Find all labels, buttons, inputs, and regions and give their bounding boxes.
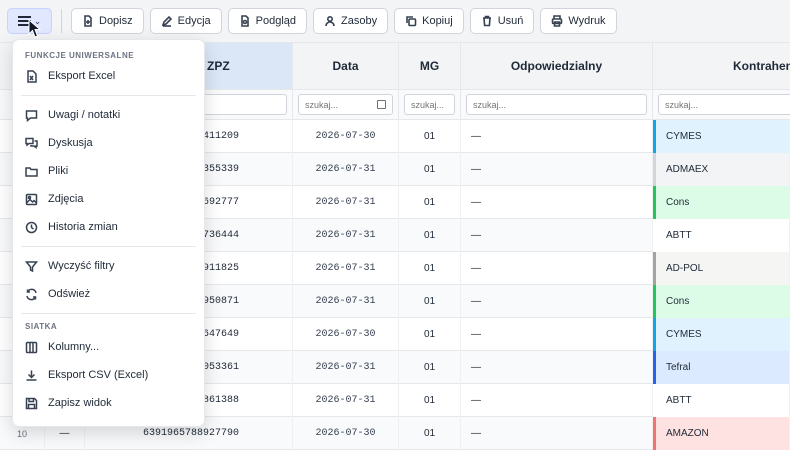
image-icon (25, 193, 38, 205)
resources-button[interactable]: Zasoby (313, 8, 389, 34)
menu-item-discussion[interactable]: Dyskusja (13, 129, 204, 157)
menu-item-columns[interactable]: Kolumny... (13, 333, 204, 361)
cell-responsible: — (461, 120, 653, 153)
cell-contractor: Tefral (653, 351, 790, 384)
filter-mg (399, 90, 461, 120)
cell-contractor: ABTT (653, 219, 790, 252)
menu-section-universal: FUNKCJE UNIWERSALNE (25, 51, 135, 60)
header-responsible[interactable]: Odpowiedzialny (461, 43, 653, 90)
copy-button[interactable]: Kopiuj (394, 8, 464, 34)
cell-responsible: — (461, 318, 653, 351)
cell-date: 2026-07-31 (293, 153, 399, 186)
user-icon (325, 15, 335, 27)
preview-button[interactable]: Podgląd (227, 8, 308, 34)
header-mg[interactable]: MG (399, 43, 461, 90)
history-icon (25, 221, 38, 233)
cell-responsible: — (461, 219, 653, 252)
menu-item-export-excel[interactable]: Eksport Excel (13, 62, 204, 90)
filter-contractor-input[interactable] (658, 94, 790, 115)
comment-icon (25, 109, 38, 122)
preview-icon (240, 15, 249, 27)
cell-date: 2026-07-30 (293, 120, 399, 153)
edit-button[interactable]: Edycja (149, 8, 222, 34)
folder-icon (25, 166, 38, 177)
cell-contractor: Cons (653, 186, 790, 219)
pencil-icon (161, 15, 172, 27)
cell-mg: 01 (399, 351, 461, 384)
cell-responsible: — (461, 285, 653, 318)
menu-item-files[interactable]: Pliki (13, 157, 204, 185)
menu-divider (21, 95, 196, 96)
cell-mg: 01 (399, 384, 461, 417)
cell-responsible: — (461, 153, 653, 186)
cell-date: 2026-07-31 (293, 351, 399, 384)
menu-item-photos[interactable]: Zdjęcia (13, 185, 204, 213)
chat-icon (25, 137, 38, 149)
cell-contractor: CYMES (653, 318, 790, 351)
download-icon (26, 370, 37, 381)
menu-divider (21, 313, 196, 314)
cell-mg: 01 (399, 186, 461, 219)
cell-contractor: ADMAEX (653, 153, 790, 186)
printer-icon (552, 15, 563, 27)
calendar-icon[interactable] (377, 100, 386, 109)
delete-button[interactable]: Usuń (469, 8, 535, 34)
toolbar: ⌄ Dopisz Edycja Podgląd Zasoby Kopiuj Us… (0, 0, 790, 42)
cell-date: 2026-07-31 (293, 252, 399, 285)
menu-item-save-view[interactable]: Zapisz widok (13, 389, 204, 417)
excel-file-icon (27, 69, 37, 83)
save-icon (25, 397, 38, 409)
header-contractor[interactable]: Kontrahent (653, 43, 790, 90)
menu-item-history[interactable]: Historia zmian (13, 213, 204, 241)
filter-icon (25, 260, 38, 272)
menu-item-clear-filters[interactable]: Wyczyść filtry (13, 252, 204, 280)
cell-contractor: AD-POL (653, 252, 790, 285)
cell-contractor: CYMES (653, 120, 790, 153)
cell-contractor: Cons (653, 285, 790, 318)
filter-responsible-input[interactable] (466, 94, 647, 115)
header-date[interactable]: Data (293, 43, 399, 90)
cell-date: 2026-07-30 (293, 417, 399, 450)
filter-mg-input[interactable] (404, 94, 455, 115)
cell-responsible: — (461, 384, 653, 417)
refresh-icon (26, 288, 37, 300)
menu-section-grid: SIATKA (25, 322, 58, 331)
menu-item-export-csv[interactable]: Eksport CSV (Excel) (13, 361, 204, 389)
cell-date: 2026-07-31 (293, 384, 399, 417)
cell-mg: 01 (399, 285, 461, 318)
menu-item-notes[interactable]: Uwagi / notatki (13, 101, 204, 129)
toolbar-divider (61, 9, 62, 33)
cell-date: 2026-07-31 (293, 186, 399, 219)
cell-date: 2026-07-31 (293, 285, 399, 318)
cell-mg: 01 (399, 153, 461, 186)
trash-icon (482, 15, 491, 27)
columns-icon (25, 341, 38, 353)
cell-mg: 01 (399, 219, 461, 252)
cell-responsible: — (461, 417, 653, 450)
copy-icon (406, 16, 417, 27)
cell-contractor: ABTT (653, 384, 790, 417)
cell-mg: 01 (399, 252, 461, 285)
main-menu-dropdown: FUNKCJE UNIWERSALNE Eksport Excel Uwagi … (12, 39, 205, 427)
cell-responsible: — (461, 186, 653, 219)
cell-responsible: — (461, 252, 653, 285)
cell-contractor: AMAZON (653, 417, 790, 450)
cell-responsible: — (461, 351, 653, 384)
filter-responsible (461, 90, 653, 120)
add-button[interactable]: Dopisz (71, 8, 144, 34)
menu-divider (21, 246, 196, 247)
menu-item-refresh[interactable]: Odśwież (13, 280, 204, 308)
mouse-cursor-icon (28, 19, 42, 38)
filter-date (293, 90, 399, 120)
add-doc-icon (84, 15, 92, 27)
print-button[interactable]: Wydruk (540, 8, 617, 34)
cell-date: 2026-07-31 (293, 219, 399, 252)
filter-contractor (653, 90, 790, 120)
cell-mg: 01 (399, 120, 461, 153)
cell-date: 2026-07-30 (293, 318, 399, 351)
cell-mg: 01 (399, 417, 461, 450)
cell-mg: 01 (399, 318, 461, 351)
